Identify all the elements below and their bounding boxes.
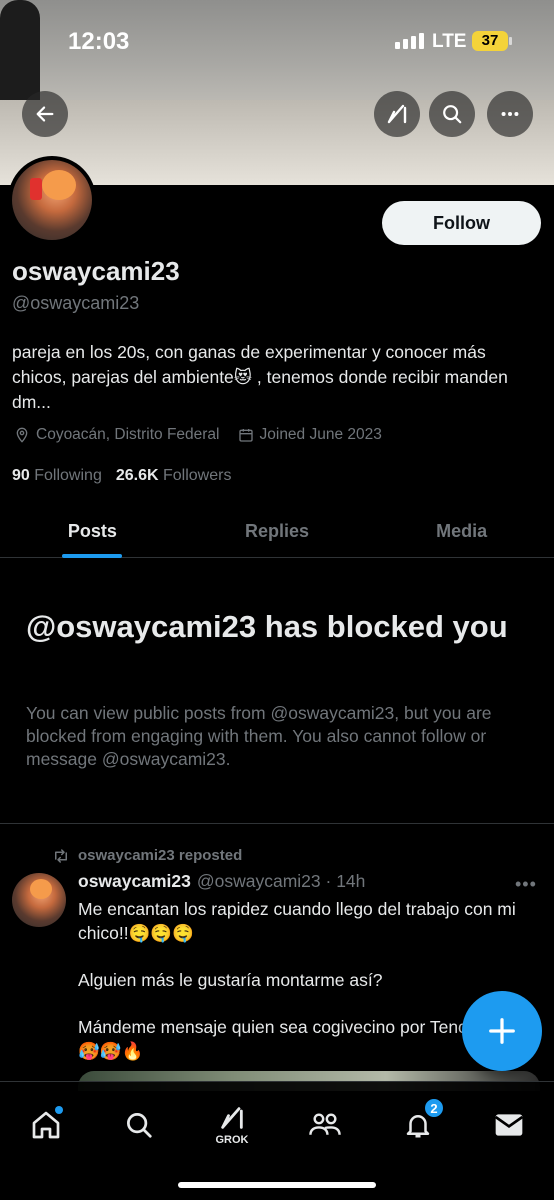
tab-media[interactable]: Media [369,505,554,557]
grok-icon [221,1107,243,1129]
display-name: oswaycami23 [12,256,180,286]
post-paragraph: Me encantan los rapidez cuando llego del… [78,899,516,943]
nav-home[interactable] [21,1100,71,1150]
compose-button[interactable] [462,991,542,1071]
post-more-icon[interactable]: ••• [515,874,537,895]
signal-icon [395,33,424,49]
repost-indicator: oswaycami23 reposted [52,847,242,864]
notification-badge: 2 [423,1097,445,1119]
blocked-message: You can view public posts from @oswaycam… [26,703,492,769]
home-unread-dot [55,1106,63,1114]
following-link[interactable]: 90 Following [12,467,102,485]
post-author-avatar[interactable] [12,873,66,927]
location-pin-icon [16,427,28,443]
status-time: 12:03 [68,28,130,55]
post-header: oswaycami23 @oswaycami23 · 14h [78,871,365,892]
home-indicator [178,1182,376,1188]
arrow-left-icon [36,106,54,122]
post-author-handle-time: @oswaycami23 · 14h [196,871,366,891]
search-icon [127,1113,152,1138]
nav-search[interactable] [114,1100,164,1150]
nav-grok[interactable]: GROK [207,1100,257,1150]
tab-replies[interactable]: Replies [185,505,370,557]
network-label: LTE [432,31,467,52]
grok-button[interactable] [374,91,420,137]
back-button[interactable] [22,91,68,137]
post-paragraph: Alguien más le gustaría montarme así? [78,970,383,990]
post-text[interactable]: Me encantan los rapidez cuando llego del… [78,897,538,1086]
profile-avatar[interactable] [8,156,96,244]
more-button[interactable] [487,91,533,137]
search-icon [443,105,462,124]
search-button[interactable] [429,91,475,137]
nav-communities[interactable] [300,1100,350,1150]
plus-icon [489,1018,515,1044]
blocked-title: @oswaycami23 has blocked you [26,609,508,644]
joined-text: Joined June 2023 [259,426,382,443]
follow-button[interactable]: Follow [382,201,541,245]
calendar-icon [238,429,253,442]
divider [0,823,554,824]
repost-label: oswaycami23 reposted [78,847,243,864]
profile-bio: pareja en los 20s, con ganas de experime… [12,342,508,412]
post-author-name[interactable]: oswaycami23 [78,871,191,892]
nav-notifications[interactable]: 2 [393,1097,445,1150]
followers-link[interactable]: 26.6K Followers [116,467,232,485]
profile-meta: Coyoacán, Distrito Federal Joined June 2… [14,426,382,444]
nav-messages[interactable] [484,1100,534,1150]
battery-icon: 37 [472,31,512,51]
grok-icon [387,104,407,124]
mail-icon [494,1114,524,1136]
follow-counts: 90 Following 26.6K Followers [12,467,231,485]
repost-icon [55,848,67,863]
people-icon [309,1113,341,1135]
more-horizontal-icon [501,111,519,117]
location-text: Coyoacán, Distrito Federal [36,426,220,443]
grok-label: GROK [215,1134,249,1146]
tab-posts[interactable]: Posts [0,505,185,558]
profile-tabs: Posts Replies Media [0,505,554,558]
profile-handle: @oswaycami23 [12,293,140,313]
status-bar: 12:03 LTE 37 [0,0,554,80]
